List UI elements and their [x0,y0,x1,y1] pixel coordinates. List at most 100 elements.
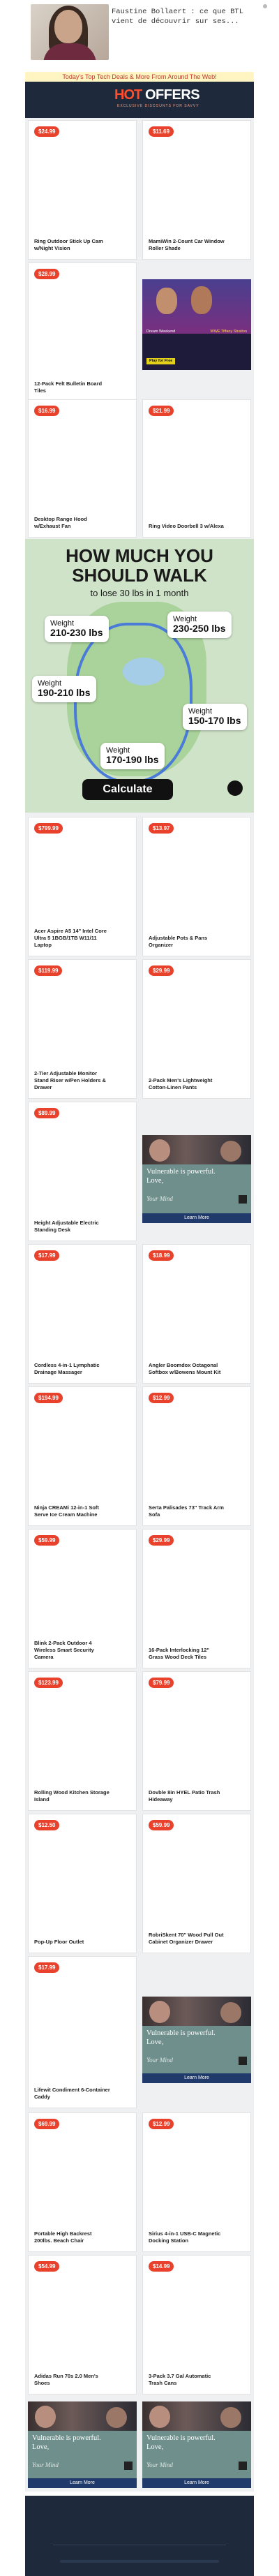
weight-box: Weight 210-230 lbs [45,616,109,642]
ad-headline-line2: Love, [146,2038,164,2046]
walking-weight-ad[interactable]: HOW MUCH YOU SHOULD WALK to lose 30 lbs … [25,539,254,813]
product-card[interactable]: $799.99 Acer Aspire A5 14" Intel Core Ul… [28,817,137,956]
weight-box: Weight 150-170 lbs [183,704,247,730]
learn-more-button[interactable]: Learn More [142,2073,251,2083]
product-card[interactable]: $24.99 Ring Outdoor Stick Up Cam w/Night… [28,120,137,260]
wwe-play-button[interactable]: Play for Free [146,358,176,364]
ad-brand-icon [239,2057,247,2065]
product-title[interactable]: Adjustable Pots & Pans Organizer [149,935,225,949]
logo-bar: HOT OFFERS EXCLUSIVE DISCOUNTS FOR SAVVY [25,82,254,118]
product-title[interactable]: RobriSkent 70" Wood Pull Out Cabinet Org… [149,1932,225,1946]
product-title[interactable]: Cordless 4-in-1 Lymphatic Drainage Massa… [34,1362,111,1376]
product-card[interactable]: $194.99 Ninja CREAMi 12-in-1 Soft Serve … [28,1386,137,1526]
weight-box: Weight 230-250 lbs [167,612,232,638]
price-badge: $89.99 [34,1108,60,1118]
product-title[interactable]: Sirius 4-in-1 USB-C Magnetic Docking Sta… [149,2230,225,2244]
price-badge: $69.99 [34,2119,60,2129]
product-title[interactable]: Rolling Wood Kitchen Storage Island [34,1789,111,1803]
product-title[interactable]: Dovble 8in HYEL Patio Trash Hideaway [149,1789,225,1803]
ad-headline-line2: Love, [32,2443,50,2451]
product-card[interactable]: $59.99 Blink 2-Pack Outdoor 4 Wireless S… [28,1529,137,1668]
product-title[interactable]: Ring Video Doorbell 3 w/Alexa [149,523,225,530]
product-title[interactable]: Ninja CREAMi 12-in-1 Soft Serve Ice Crea… [34,1504,111,1518]
product-title[interactable]: Serta Palisades 73" Track Arm Sofa [149,1504,225,1518]
product-title[interactable]: Ring Outdoor Stick Up Cam w/Night Vision [34,238,111,252]
ad-info-icon[interactable] [263,4,267,8]
product-card[interactable]: $12.50 Pop-Up Floor Outlet [28,1814,137,1953]
price-badge: $12.50 [34,1820,60,1830]
logo-offers-text: OFFERS [145,87,200,103]
product-card[interactable]: $18.99 Angler Boomdox Octagonal Softbox … [142,1244,251,1384]
product-title[interactable]: Angler Boomdox Octagonal Softbox w/Bowen… [149,1362,225,1376]
price-badge: $24.99 [34,126,60,137]
ad-image [142,1135,251,1164]
weight-ad-headline: HOW MUCH YOU SHOULD WALK [66,545,213,586]
product-title[interactable]: Acer Aspire A5 14" Intel Core Ultra 5 1B… [34,928,111,949]
weight-value: 170-190 lbs [106,754,159,765]
product-card[interactable]: $17.99 Lifewit Condiment 6-Container Cad… [28,1956,137,2108]
product-card[interactable]: $123.99 Rolling Wood Kitchen Storage Isl… [28,1671,137,1811]
vulnerable-ad[interactable]: Vulnerable is powerful. Love, Your Mind L… [142,2401,251,2488]
product-title[interactable]: 16-Pack Interlocking 12" Grass Wood Deck… [149,1647,225,1661]
product-title[interactable]: 12-Pack Felt Bulletin Board Tiles [34,380,111,394]
price-badge: $54.99 [34,2261,60,2272]
price-badge: $59.99 [149,1820,174,1830]
product-card[interactable]: $29.99 16-Pack Interlocking 12" Grass Wo… [142,1529,251,1668]
ad-signature: Your Mind [32,2462,59,2468]
product-title[interactable]: Blink 2-Pack Outdoor 4 Wireless Smart Se… [34,1640,111,1661]
product-card[interactable]: $16.99 Desktop Range Hood w/Exhaust Fan [28,399,137,538]
calculate-button[interactable]: Calculate [82,779,173,800]
product-title[interactable]: MamiWin 2-Count Car Window Roller Shade [149,238,225,252]
ad-signature: Your Mind [146,2057,173,2064]
hot-offers-logo[interactable]: HOT OFFERS EXCLUSIVE DISCOUNTS FOR SAVVY [114,87,200,108]
weight-value: 150-170 lbs [188,715,241,726]
vulnerable-ad[interactable]: Vulnerable is powerful. Love, Your Mind L… [142,1135,251,1223]
weight-box: Weight 190-210 lbs [32,676,96,702]
product-card[interactable]: $28.99 12-Pack Felt Bulletin Board Tiles [28,262,137,402]
price-badge: $194.99 [34,1393,63,1403]
product-card[interactable]: $14.99 3-Pack 3.7 Gal Automatic Trash Ca… [142,2255,251,2394]
product-title[interactable]: 2-Pack Men's Lightweight Cotton-Linen Pa… [149,1077,225,1091]
product-title[interactable]: Adidas Run 70s 2.0 Men's Shoes [34,2373,111,2387]
ad-headline-line1: Vulnerable is powerful. [32,2434,101,2442]
product-card[interactable]: $89.99 Height Adjustable Electric Standi… [28,1102,137,1241]
product-card[interactable]: $17.99 Cordless 4-in-1 Lymphatic Drainag… [28,1244,137,1384]
product-card[interactable]: $21.99 Ring Video Doorbell 3 w/Alexa [142,399,251,538]
product-title[interactable]: 3-Pack 3.7 Gal Automatic Trash Cans [149,2373,225,2387]
learn-more-button[interactable]: Learn More [142,2478,251,2488]
product-card[interactable]: $69.99 Portable High Backrest 200lbs. Be… [28,2112,137,2252]
product-card[interactable]: $29.99 2-Pack Men's Lightweight Cotton-L… [142,959,251,1099]
product-card[interactable]: $119.99 2-Tier Adjustable Monitor Stand … [28,959,137,1099]
product-card[interactable]: $11.69 MamiWin 2-Count Car Window Roller… [142,120,251,260]
vulnerable-ad[interactable]: Vulnerable is powerful. Love, Your Mind L… [142,1997,251,2083]
learn-more-button[interactable]: Learn More [142,1213,251,1223]
learn-more-button[interactable]: Learn More [28,2478,137,2488]
product-title[interactable]: Pop-Up Floor Outlet [34,1939,111,1946]
price-badge: $59.99 [34,1535,60,1546]
wwe-game-ad[interactable]: Dream Weekend WWE Tiffany Stratton Play … [142,279,251,370]
product-title[interactable]: Portable High Backrest 200lbs. Beach Cha… [34,2230,111,2244]
product-title[interactable]: Lifewit Condiment 6-Container Caddy [34,2087,111,2101]
ad-headline-line1: Vulnerable is powerful. [146,2029,216,2037]
product-card[interactable]: $12.99 Serta Palisades 73" Track Arm Sof… [142,1386,251,1526]
product-card[interactable]: $79.99 Dovble 8in HYEL Patio Trash Hidea… [142,1671,251,1811]
vulnerable-ad[interactable]: Vulnerable is powerful. Love, Your Mind L… [28,2401,137,2488]
ad-headline: Vulnerable is powerful. Love, [146,2029,216,2047]
weight-value: 210-230 lbs [50,627,103,638]
price-badge: $21.99 [149,406,174,416]
product-card[interactable]: $54.99 Adidas Run 70s 2.0 Men's Shoes [28,2255,137,2394]
price-badge: $18.99 [149,1250,174,1261]
top-article-header[interactable]: Faustine Bollaert : ce que BTL vient de … [0,0,279,63]
product-title[interactable]: Desktop Range Hood w/Exhaust Fan [34,516,111,530]
article-thumbnail[interactable] [31,4,109,60]
product-title[interactable]: Height Adjustable Electric Standing Desk [34,1220,111,1234]
article-headline[interactable]: Faustine Bollaert : ce que BTL vient de … [112,7,244,27]
product-card[interactable]: $13.97 Adjustable Pots & Pans Organizer [142,817,251,956]
weight-ad-subheadline: to lose 30 lbs in 1 month [90,588,189,598]
ad-image [28,2401,137,2431]
product-card[interactable]: $59.99 RobriSkent 70" Wood Pull Out Cabi… [142,1814,251,1953]
ad-signature: Your Mind [146,1195,173,1202]
product-card[interactable]: $12.99 Sirius 4-in-1 USB-C Magnetic Dock… [142,2112,251,2252]
product-title[interactable]: 2-Tier Adjustable Monitor Stand Riser w/… [34,1070,111,1091]
price-badge: $16.99 [34,406,60,416]
